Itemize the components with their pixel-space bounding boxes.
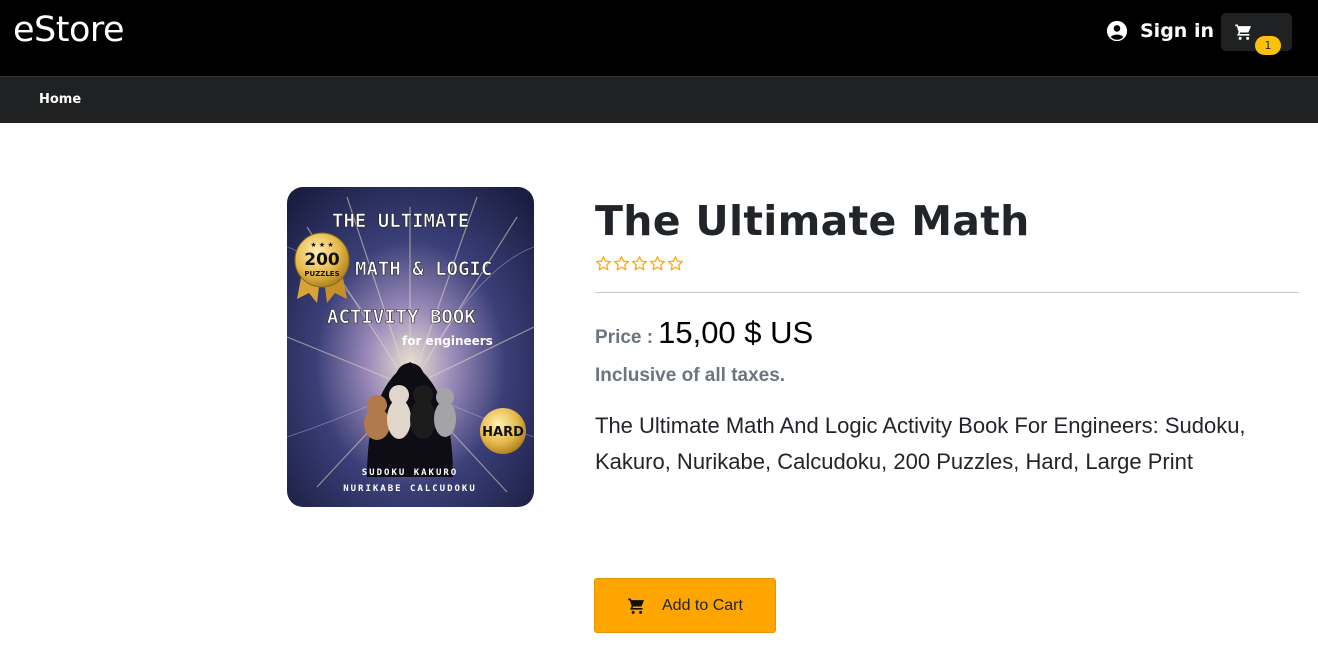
shopping-cart-icon <box>628 598 644 614</box>
svg-text:HARD: HARD <box>482 425 524 440</box>
cart-count-badge: 1 <box>1255 36 1281 55</box>
svg-text:SUDOKU KAKURO: SUDOKU KAKURO <box>362 468 458 478</box>
svg-text:PUZZLES: PUZZLES <box>304 270 339 278</box>
svg-text:for engineers: for engineers <box>402 334 493 348</box>
cart-button[interactable]: 1 <box>1221 13 1292 55</box>
main-nav: Home <box>0 76 1318 123</box>
price-value: 15,00 $ US <box>658 315 814 350</box>
user-circle-icon <box>1106 20 1128 42</box>
add-to-cart-label: Add to Cart <box>662 596 743 614</box>
star-icon <box>649 256 666 271</box>
nav-home-link[interactable]: Home <box>39 91 81 109</box>
book-cover-illustration: THE ULTIMATE MATH & LOGIC ACTIVITY BOOK … <box>287 187 534 507</box>
svg-text:THE ULTIMATE: THE ULTIMATE <box>332 210 469 232</box>
product-cover-image: THE ULTIMATE MATH & LOGIC ACTIVITY BOOK … <box>287 187 534 507</box>
svg-text:★ ★ ★: ★ ★ ★ <box>310 241 333 249</box>
top-header: eStore Sign in 1 <box>0 0 1318 76</box>
product-description: The Ultimate Math And Logic Activity Boo… <box>595 413 1246 474</box>
star-icon <box>613 256 630 271</box>
star-icon <box>631 256 648 271</box>
svg-text:ACTIVITY BOOK: ACTIVITY BOOK <box>327 306 476 328</box>
star-icon <box>595 256 612 271</box>
price-row: Price : 15,00 $ US <box>595 315 813 351</box>
add-to-cart-button[interactable]: Add to Cart <box>594 578 776 633</box>
product-rating <box>595 255 684 273</box>
svg-text:NURIKABE CALCUDOKU: NURIKABE CALCUDOKU <box>343 484 477 494</box>
brand-logo[interactable]: eStore <box>13 10 125 50</box>
svg-text:MATH & LOGIC: MATH & LOGIC <box>355 258 492 280</box>
sign-in-label: Sign in <box>1140 20 1214 42</box>
star-icon <box>667 256 684 271</box>
taxes-note: Inclusive of all taxes. <box>595 365 786 386</box>
divider <box>595 292 1299 293</box>
sign-in-link[interactable]: Sign in <box>1106 17 1214 45</box>
price-label: Price : <box>595 327 654 348</box>
shopping-cart-icon <box>1235 24 1251 40</box>
product-title: The Ultimate Math <box>595 197 1030 245</box>
svg-text:200: 200 <box>304 250 340 270</box>
